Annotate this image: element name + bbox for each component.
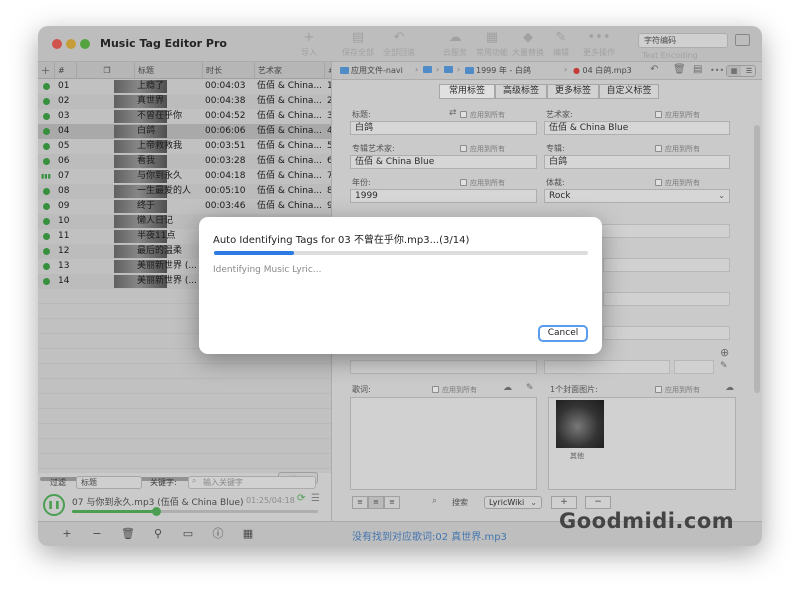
cancel-button[interactable]: Cancel	[538, 325, 588, 342]
dialog-progress-bar	[214, 251, 588, 255]
dialog-progress-fill	[214, 251, 295, 255]
auto-identify-dialog: Auto Identifying Tags for 03 不曾在乎你.mp3..…	[199, 217, 602, 354]
dialog-status-text: Identifying Music Lyric...	[213, 265, 322, 275]
dialog-title: Auto Identifying Tags for 03 不曾在乎你.mp3..…	[213, 235, 470, 246]
watermark-text: Goodmidi.com	[559, 509, 735, 533]
